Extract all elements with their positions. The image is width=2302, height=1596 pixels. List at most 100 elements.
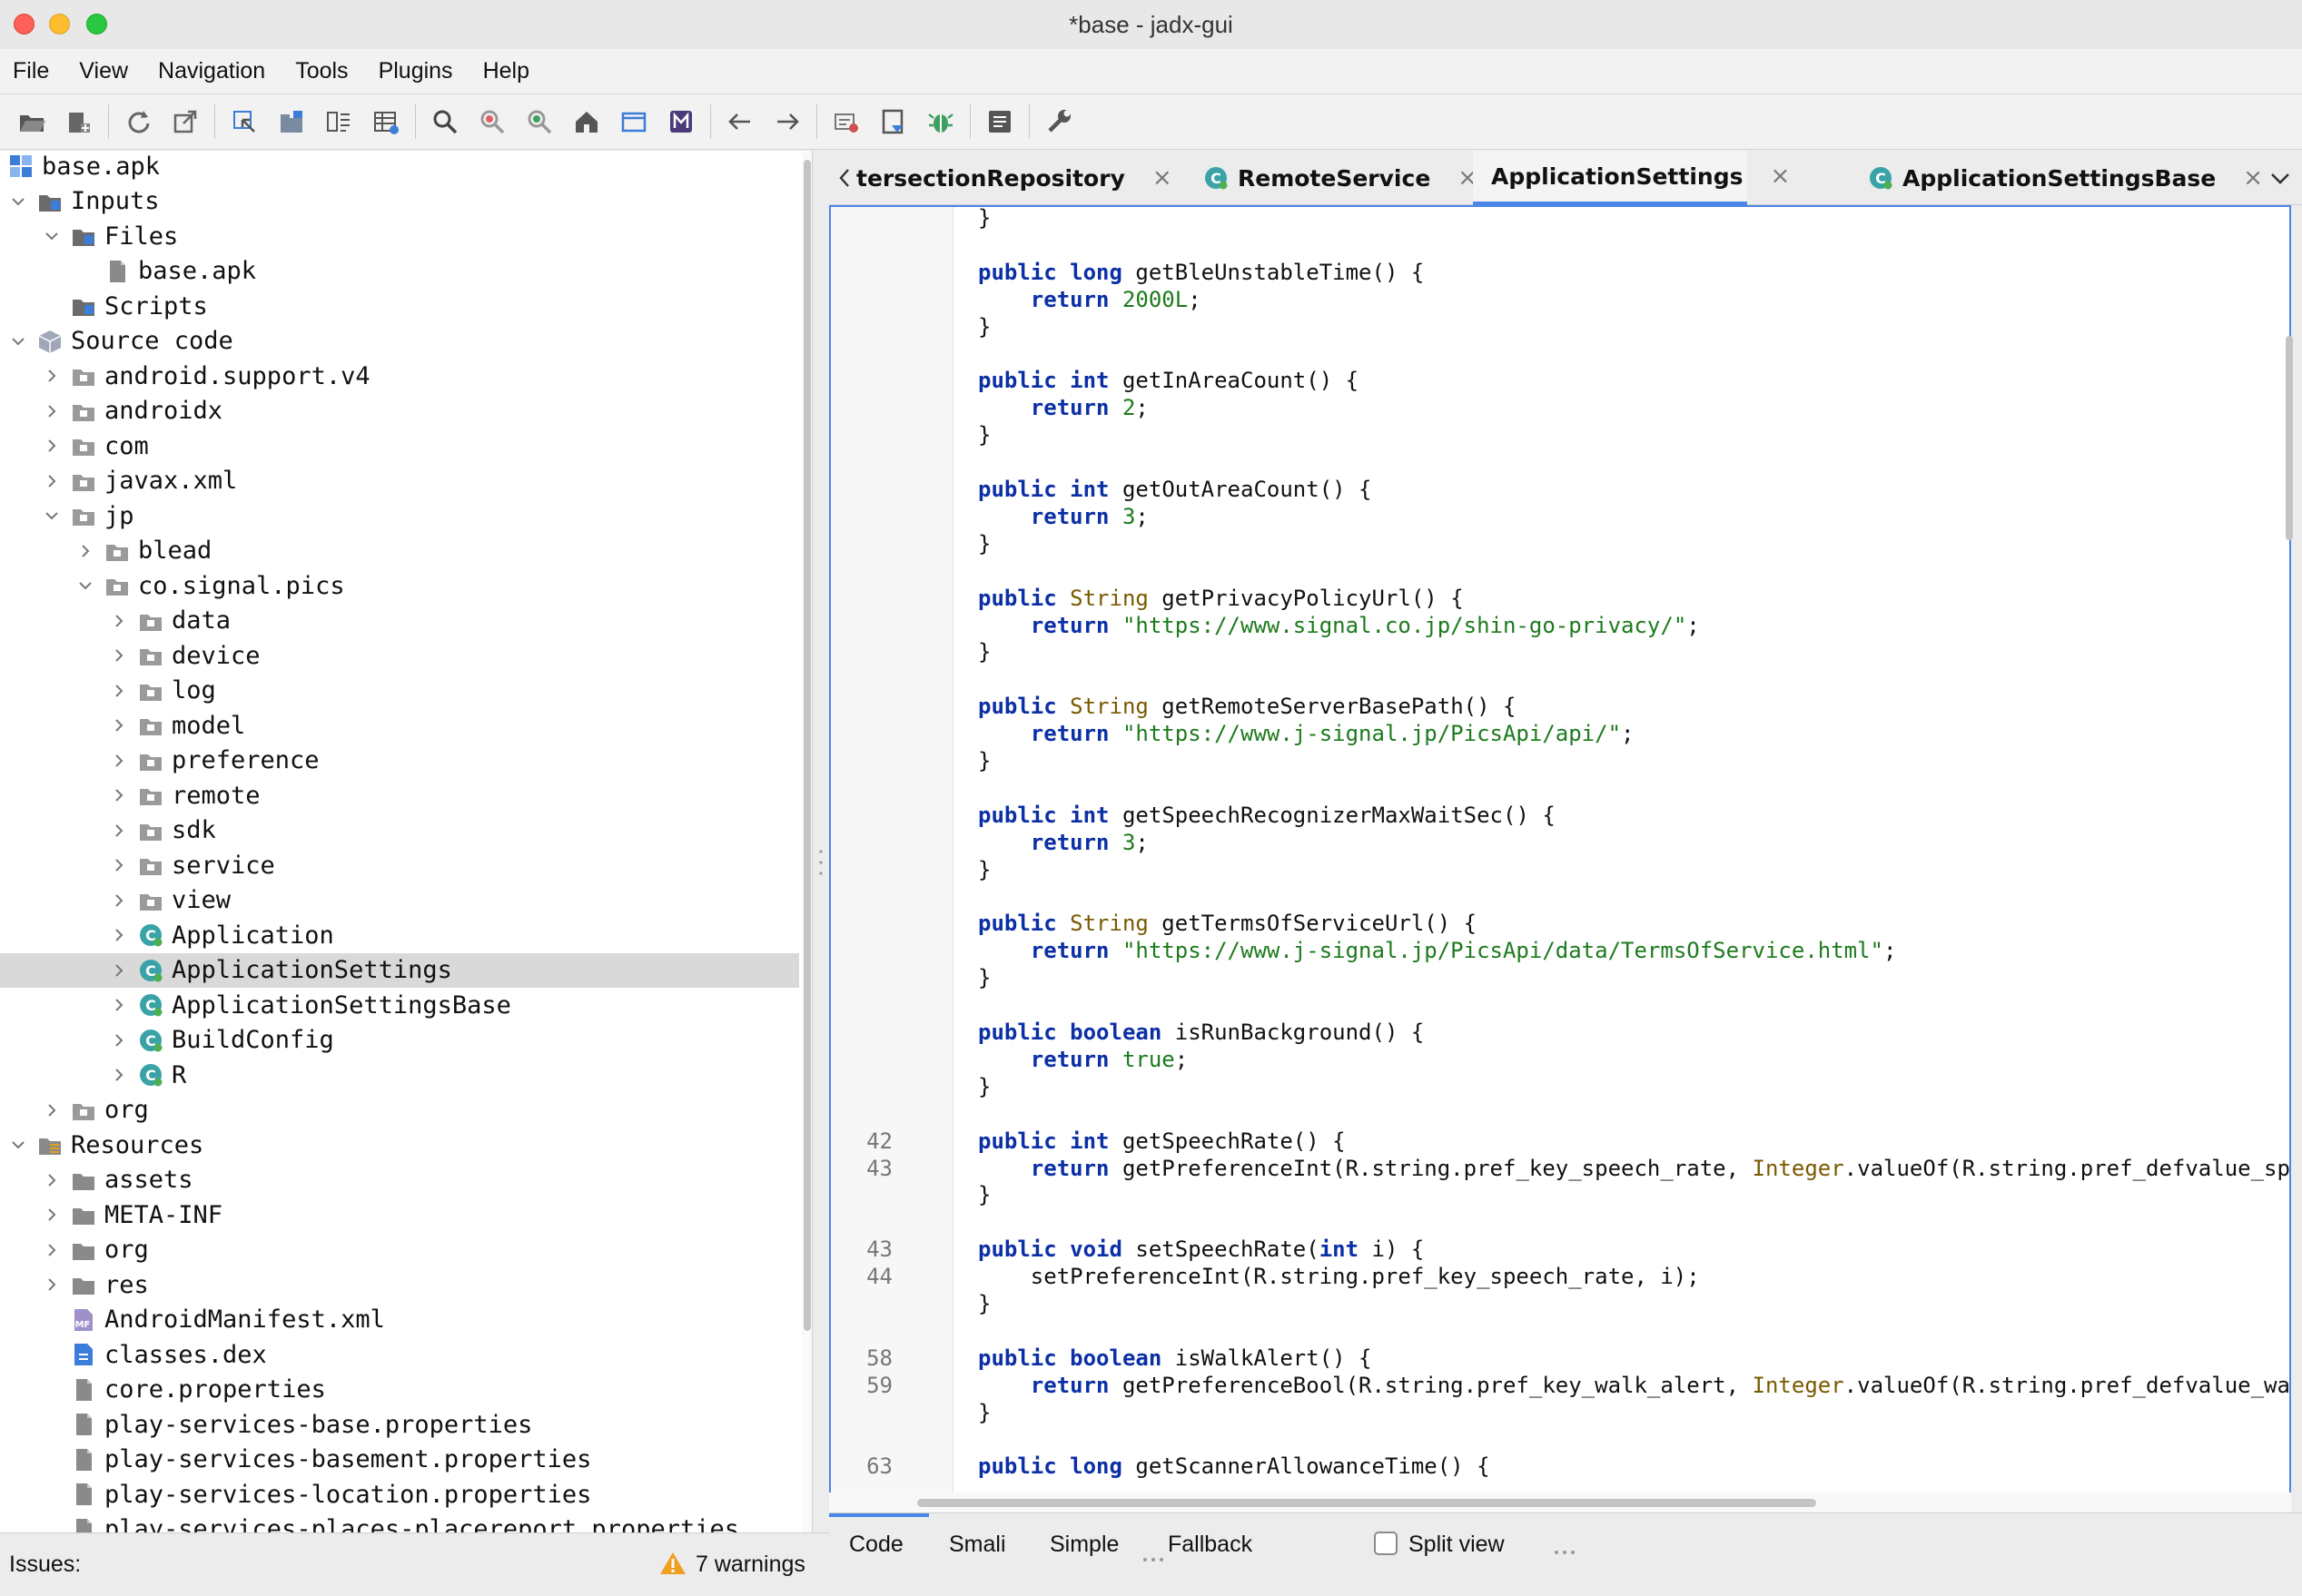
code-vertical-scrollbar-thumb[interactable] <box>2286 336 2293 540</box>
split-view-checkbox[interactable] <box>1374 1532 1398 1555</box>
menu-view[interactable]: View <box>79 58 128 84</box>
tree-node[interactable]: C BuildConfig <box>0 1023 799 1058</box>
chevron-right-icon[interactable] <box>41 1239 63 1261</box>
resize-grip-icon[interactable] <box>1141 1557 1165 1562</box>
sync-tree-button[interactable] <box>223 101 265 143</box>
deobfuscate-button[interactable] <box>825 101 867 143</box>
warnings-count[interactable]: 7 warnings <box>696 1552 805 1578</box>
tree-node[interactable]: play-services-location.properties <box>0 1477 799 1512</box>
home-button[interactable] <box>566 101 608 143</box>
search-button[interactable] <box>424 101 466 143</box>
tree-node[interactable]: preference <box>0 744 799 778</box>
tree-node[interactable]: sdk <box>0 813 799 848</box>
open-file-button[interactable] <box>11 101 53 143</box>
chevron-right-icon[interactable] <box>108 680 130 702</box>
chevron-right-icon[interactable] <box>108 820 130 842</box>
chevron-down-icon[interactable] <box>74 575 96 596</box>
find-usage-button[interactable] <box>471 101 513 143</box>
tree-node[interactable]: device <box>0 638 799 673</box>
tree-node[interactable]: base.apk <box>0 151 799 183</box>
menu-help[interactable]: Help <box>483 58 529 84</box>
tree-node[interactable]: core.properties <box>0 1373 799 1407</box>
resize-grip-icon[interactable] <box>1553 1550 1576 1555</box>
chevron-right-icon[interactable] <box>108 645 130 666</box>
window-button[interactable] <box>613 101 655 143</box>
panel-splitter[interactable] <box>813 151 829 1532</box>
tree-node[interactable]: model <box>0 708 799 743</box>
tree-node[interactable]: org <box>0 1093 799 1128</box>
chevron-right-icon[interactable] <box>108 610 130 632</box>
tree-node[interactable]: Source code <box>0 324 799 359</box>
tree-node[interactable]: res <box>0 1267 799 1302</box>
chevron-down-icon[interactable] <box>41 505 63 527</box>
tree-node[interactable]: android.support.v4 <box>0 359 799 393</box>
tree-node[interactable]: MF AndroidManifest.xml <box>0 1303 799 1337</box>
chevron-right-icon[interactable] <box>108 1064 130 1086</box>
menu-file[interactable]: File <box>13 58 49 84</box>
chevron-right-icon[interactable] <box>41 1204 63 1226</box>
search-text-button[interactable] <box>519 101 560 143</box>
tree-node[interactable]: data <box>0 604 799 638</box>
tree-node[interactable]: Files <box>0 219 799 253</box>
tree-node[interactable]: play-services-base.properties <box>0 1407 799 1442</box>
tree-node[interactable]: Inputs <box>0 184 799 219</box>
chevron-right-icon[interactable] <box>41 1169 63 1191</box>
mapping-button[interactable] <box>660 101 702 143</box>
chevron-right-icon[interactable] <box>41 1099 63 1121</box>
menu-plugins[interactable]: Plugins <box>379 58 453 84</box>
editor-tab[interactable]: CApplicationSettings× <box>1473 151 1790 205</box>
tree-node[interactable]: com <box>0 429 799 463</box>
code-editor[interactable]: } public long getBleUnstableTime() { retu… <box>829 205 2291 1512</box>
tree-node[interactable]: C ApplicationSettings <box>0 952 799 988</box>
chevron-right-icon[interactable] <box>108 994 130 1016</box>
chevron-right-icon[interactable] <box>41 1274 63 1296</box>
flatten-packages-button[interactable] <box>271 101 312 143</box>
tree-node[interactable]: service <box>0 848 799 882</box>
quark-button[interactable] <box>318 101 360 143</box>
chevron-right-icon[interactable] <box>108 714 130 736</box>
editor-tab[interactable]: C RemoteService × <box>1194 151 1477 205</box>
tree-node[interactable]: androidx <box>0 394 799 429</box>
tree-node[interactable]: assets <box>0 1163 799 1197</box>
editor-tab[interactable]: tersectionRepository × <box>847 151 1172 205</box>
tree-node[interactable]: log <box>0 674 799 708</box>
view-tab-smali[interactable]: Smali <box>949 1532 1006 1558</box>
tree-node[interactable]: C ApplicationSettingsBase <box>0 988 799 1022</box>
tree-node[interactable]: view <box>0 883 799 918</box>
close-tab-icon[interactable]: × <box>1770 163 1790 190</box>
table-button[interactable] <box>365 101 407 143</box>
tree-node[interactable]: remote <box>0 778 799 813</box>
chevron-down-icon[interactable] <box>7 1134 29 1156</box>
code-horizontal-scrollbar-thumb[interactable] <box>917 1499 1816 1507</box>
debug-button[interactable] <box>920 101 962 143</box>
chevron-right-icon[interactable] <box>108 750 130 772</box>
tree-node[interactable]: Resources <box>0 1128 799 1162</box>
chevron-right-icon[interactable] <box>41 435 63 457</box>
chevron-right-icon[interactable] <box>41 365 63 387</box>
chevron-down-icon[interactable] <box>7 191 29 212</box>
tree-node[interactable]: Scripts <box>0 289 799 323</box>
close-tab-icon[interactable]: × <box>2243 164 2263 192</box>
chevron-right-icon[interactable] <box>108 960 130 981</box>
tree-node[interactable]: blead <box>0 534 799 568</box>
chevron-right-icon[interactable] <box>108 854 130 876</box>
chevron-right-icon[interactable] <box>108 890 130 911</box>
tree-node[interactable]: play-services-places-placereport.propert… <box>0 1512 799 1532</box>
tree-node[interactable]: CR <box>0 1058 799 1092</box>
view-tab-code[interactable]: Code <box>849 1532 904 1558</box>
export-button[interactable] <box>164 101 206 143</box>
chevron-down-icon[interactable] <box>7 330 29 352</box>
menu-tools[interactable]: Tools <box>295 58 348 84</box>
tree-node[interactable]: org <box>0 1233 799 1267</box>
chevron-right-icon[interactable] <box>108 1030 130 1051</box>
close-tab-icon[interactable]: × <box>1152 164 1172 192</box>
tree-node[interactable]: base.apk <box>0 254 799 289</box>
warning-icon[interactable] <box>659 1551 687 1576</box>
tab-overflow-chevron-icon[interactable] <box>2267 165 2293 191</box>
chevron-right-icon[interactable] <box>108 784 130 806</box>
tree-node[interactable]: javax.xml <box>0 464 799 498</box>
bookmark-button[interactable] <box>873 101 914 143</box>
editor-tab[interactable]: C ApplicationSettingsBase × <box>1859 151 2263 205</box>
tree-node[interactable]: co.signal.pics <box>0 568 799 603</box>
settings-button[interactable] <box>1038 101 1080 143</box>
